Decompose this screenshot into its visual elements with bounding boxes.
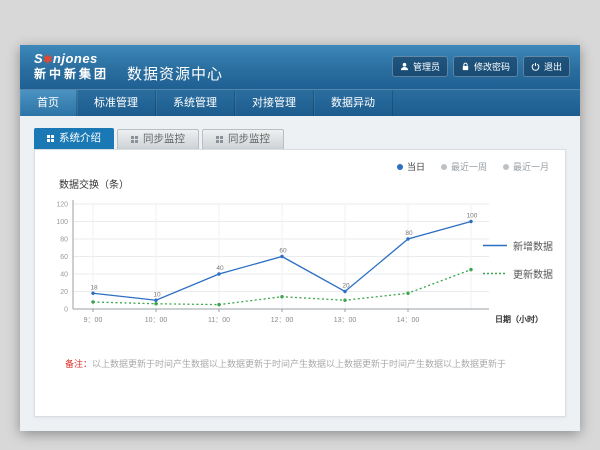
svg-text:10: 10 (153, 291, 161, 298)
svg-text:60: 60 (279, 248, 287, 255)
footnote-label: 备注： (65, 359, 92, 369)
legend-new-data[interactable]: 新增数据 (483, 238, 553, 253)
header-actions: 管理员 修改密码 退出 (392, 56, 570, 77)
grid-icon (216, 136, 223, 143)
svg-text:100: 100 (467, 213, 478, 220)
content-area: 系统介绍 同步监控 同步监控 当日 (20, 116, 580, 431)
svg-text:18: 18 (90, 284, 98, 291)
app-header: S✱njones 新中新集团 数据资源中心 管理员 修改密码 退出 (20, 45, 580, 89)
logo-star-icon: ✱ (43, 54, 53, 66)
logo: S✱njones 新中新集团 (34, 52, 109, 82)
line-sample-solid (483, 242, 507, 249)
nav-item-standard-mgmt[interactable]: 标准管理 (77, 90, 156, 116)
svg-text:12：00: 12：00 (271, 317, 294, 324)
nav-item-data-change[interactable]: 数据异动 (314, 90, 393, 116)
legend-label: 更新数据 (513, 266, 553, 281)
dot-icon (397, 164, 403, 170)
svg-text:11：00: 11：00 (208, 317, 230, 324)
filter-label: 最近一周 (451, 160, 487, 173)
grid-icon (47, 135, 54, 142)
change-password-button[interactable]: 修改密码 (453, 56, 518, 77)
logout-button[interactable]: 退出 (523, 56, 570, 77)
range-filters: 当日 最近一周 最近一月 (397, 160, 549, 173)
line-sample-dotted (483, 270, 507, 277)
svg-text:14：00: 14：00 (397, 317, 420, 324)
logout-icon (531, 62, 540, 71)
svg-text:80: 80 (60, 237, 68, 244)
nav-item-system-mgmt[interactable]: 系统管理 (156, 90, 235, 116)
svg-text:40: 40 (216, 265, 224, 272)
svg-text:60: 60 (60, 254, 68, 261)
footnote: 备注：以上数据更新于时间产生数据以上数据更新于时间产生数据以上数据更新于时间产生… (65, 357, 551, 370)
user-icon (400, 62, 409, 71)
grid-icon (131, 136, 138, 143)
tab-sync-monitor-1[interactable]: 同步监控 (117, 129, 199, 149)
svg-text:13：00: 13：00 (334, 317, 357, 324)
tab-label: 系统介绍 (59, 128, 101, 149)
tab-system-intro[interactable]: 系统介绍 (34, 128, 114, 149)
page-title: 数据资源中心 (127, 51, 223, 84)
legend-label: 新增数据 (513, 238, 553, 253)
logout-button-label: 退出 (544, 60, 562, 73)
y-axis-title: 数据交换（条） (59, 176, 129, 191)
admin-button-label: 管理员 (413, 60, 440, 73)
svg-text:9：00: 9：00 (84, 317, 103, 324)
nav-item-home[interactable]: 首页 (20, 90, 77, 116)
logo-subtitle: 新中新集团 (34, 68, 109, 82)
svg-text:120: 120 (56, 202, 68, 209)
dot-icon (441, 164, 447, 170)
svg-text:20: 20 (342, 283, 350, 290)
svg-text:20: 20 (60, 289, 68, 296)
svg-text:日期（小时）: 日期（小时） (495, 314, 543, 324)
filter-label: 当日 (407, 160, 425, 173)
svg-text:100: 100 (56, 219, 68, 226)
tab-bar: 系统介绍 同步监控 同步监控 (34, 128, 566, 149)
svg-text:80: 80 (405, 230, 413, 237)
nav-item-connect-mgmt[interactable]: 对接管理 (235, 90, 314, 116)
svg-text:10：00: 10：00 (145, 317, 168, 324)
series-legend: 新增数据 更新数据 (483, 238, 553, 281)
filter-last-week[interactable]: 最近一周 (441, 160, 487, 173)
legend-updated-data[interactable]: 更新数据 (483, 266, 553, 281)
filter-label: 最近一月 (513, 160, 549, 173)
main-nav: 首页 标准管理 系统管理 对接管理 数据异动 (20, 89, 580, 116)
change-password-label: 修改密码 (474, 60, 510, 73)
tab-label: 同步监控 (143, 130, 185, 149)
admin-button[interactable]: 管理员 (392, 56, 448, 77)
tab-sync-monitor-2[interactable]: 同步监控 (202, 129, 284, 149)
chart-panel: 当日 最近一周 最近一月 数据交换（条） 0 20 40 60 80 100 120 9：00… (34, 149, 566, 417)
app-window: S✱njones 新中新集团 数据资源中心 管理员 修改密码 退出 (20, 45, 580, 431)
dot-icon (503, 164, 509, 170)
logo-brand: S✱njones (34, 52, 109, 67)
svg-text:40: 40 (60, 272, 68, 279)
filter-last-month[interactable]: 最近一月 (503, 160, 549, 173)
lock-icon (461, 62, 470, 71)
tab-label: 同步监控 (228, 130, 270, 149)
filter-today[interactable]: 当日 (397, 160, 425, 173)
svg-text:0: 0 (64, 307, 68, 314)
footnote-text: 以上数据更新于时间产生数据以上数据更新于时间产生数据以上数据更新于时间产生数据以… (92, 359, 506, 369)
